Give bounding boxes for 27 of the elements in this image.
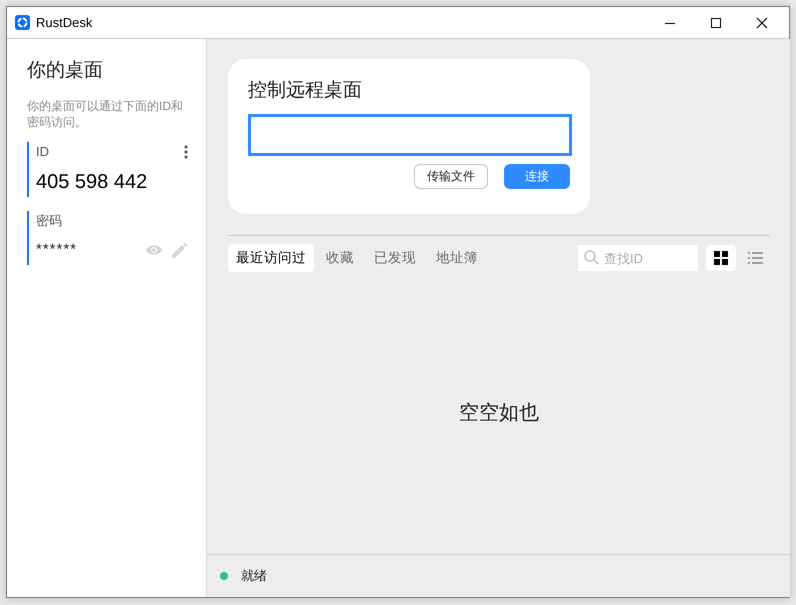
window-title: RustDesk	[36, 14, 92, 32]
password-value: ******	[36, 240, 78, 260]
maximize-icon[interactable]	[710, 16, 722, 28]
sidebar-title: 你的桌面	[27, 59, 104, 83]
transfer-file-button[interactable]: 传输文件	[414, 164, 488, 188]
search-icon	[584, 250, 599, 266]
close-icon[interactable]	[756, 16, 768, 28]
grid-view-icon	[714, 251, 728, 266]
sidebar-description: 你的桌面可以通过下面的ID和密码访问。	[27, 98, 184, 130]
card-title: 控制远程桌面	[248, 79, 363, 103]
peer-tab[interactable]: 收藏	[318, 244, 362, 272]
grid-view-button[interactable]	[706, 245, 736, 272]
empty-message: 空空如也	[459, 401, 539, 426]
peer-tab[interactable]: 最近访问过	[228, 244, 314, 272]
list-view-icon	[748, 252, 762, 264]
app-logo-icon	[15, 15, 30, 30]
connect-button[interactable]: 连接	[504, 164, 570, 188]
search-field[interactable]: 查找ID	[578, 245, 698, 272]
status-dot	[220, 572, 228, 580]
remote-id-field[interactable]	[248, 114, 572, 156]
id-value: 405 598 442	[36, 170, 148, 196]
peer-tab[interactable]: 地址簿	[428, 244, 486, 272]
password-label: 密码	[36, 212, 63, 230]
peer-tab[interactable]: 已发现	[366, 244, 424, 272]
status-text: 就绪	[241, 567, 267, 586]
more-icon[interactable]	[184, 144, 188, 159]
id-label: ID	[36, 142, 49, 161]
